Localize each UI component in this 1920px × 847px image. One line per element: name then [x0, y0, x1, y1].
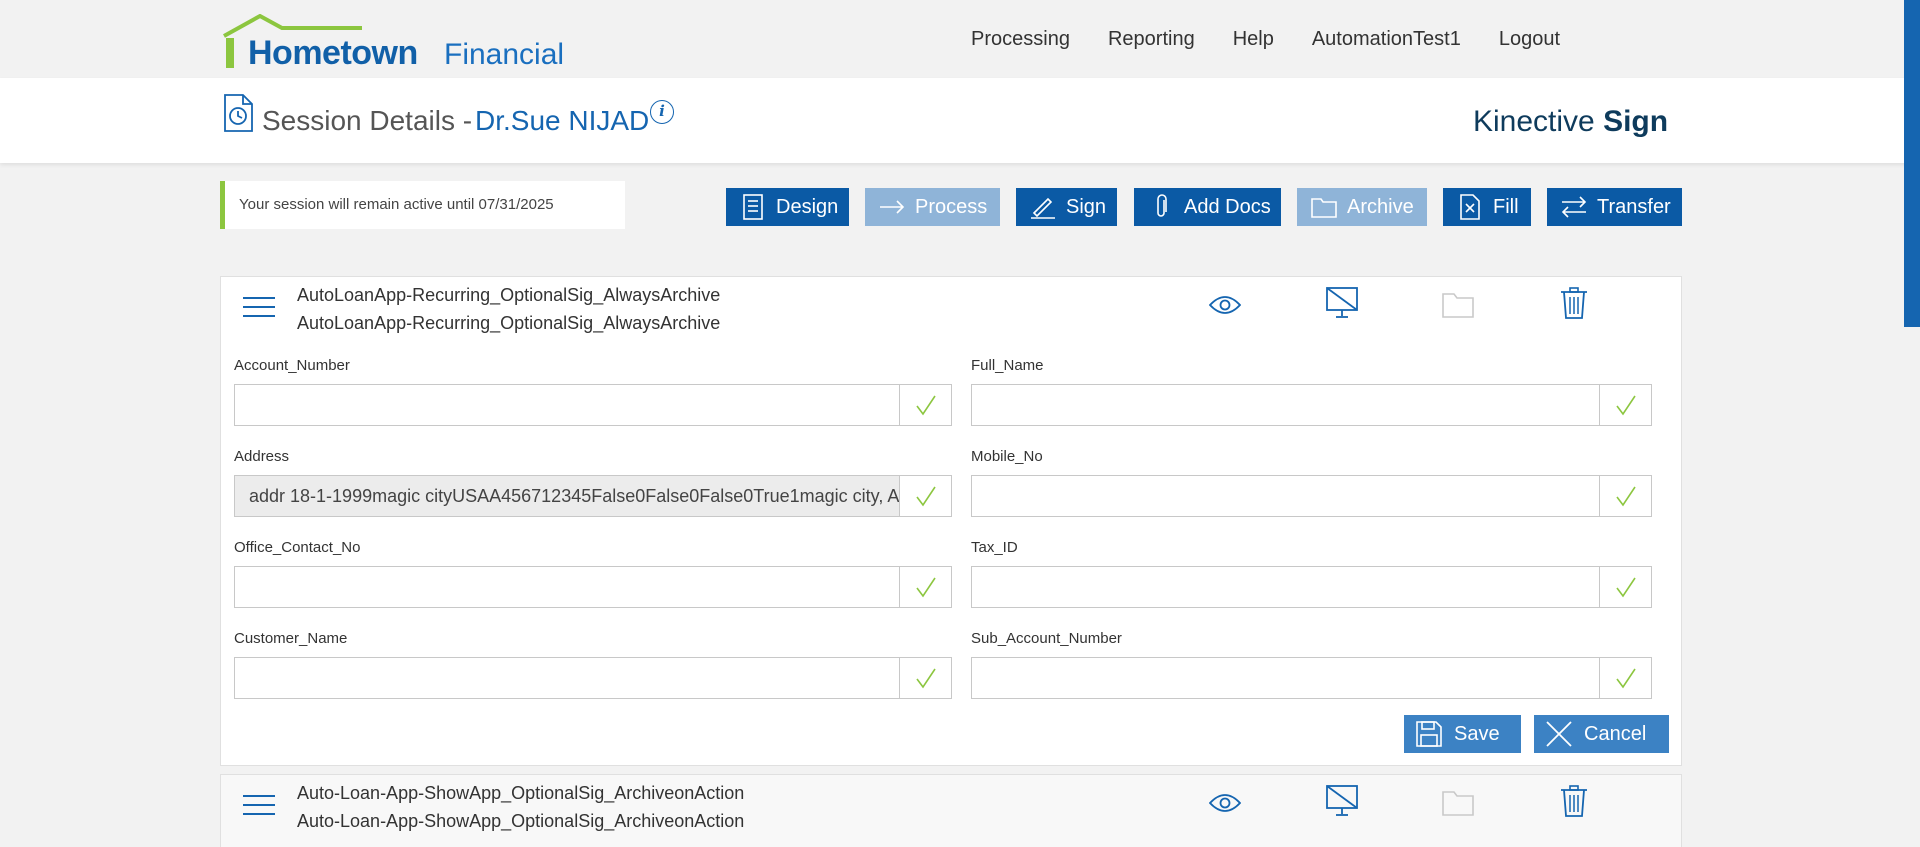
- trash-icon[interactable]: [1557, 287, 1591, 319]
- address-input[interactable]: [235, 476, 951, 516]
- sub-account-number-input[interactable]: [972, 658, 1651, 698]
- checkmark-icon[interactable]: [899, 476, 951, 516]
- design-button[interactable]: Design: [726, 188, 849, 226]
- full-name-input[interactable]: [972, 385, 1651, 425]
- folder-icon: [1311, 194, 1337, 220]
- tax-id-label: Tax_ID: [971, 539, 1018, 556]
- paperclip-icon: [1148, 194, 1174, 220]
- brand-bold-text: Sign: [1603, 105, 1669, 138]
- cancel-button-label: Cancel: [1584, 722, 1647, 745]
- session-expiry-notice: Your session will remain active until 07…: [220, 181, 625, 229]
- process-button[interactable]: Process: [865, 188, 1000, 226]
- close-icon: [1546, 721, 1572, 747]
- office-contact-no-input[interactable]: [235, 567, 951, 607]
- fill-button[interactable]: Fill: [1443, 188, 1531, 226]
- document-card: Auto-Loan-App-ShowApp_OptionalSig_Archiv…: [220, 774, 1682, 847]
- mobile-no-label: Mobile_No: [971, 448, 1043, 465]
- session-customer-name: Dr.Sue NIJAD: [475, 105, 650, 136]
- mobile-no-input[interactable]: [972, 476, 1651, 516]
- archive-button[interactable]: Archive: [1297, 188, 1427, 226]
- add-docs-button-label: Add Docs: [1184, 196, 1271, 218]
- customer-name-field: [234, 657, 952, 699]
- checkmark-icon[interactable]: [1599, 476, 1651, 516]
- checkmark-icon[interactable]: [1599, 658, 1651, 698]
- office-contact-no-label: Office_Contact_No: [234, 539, 361, 556]
- fill-document-icon: [1457, 194, 1483, 220]
- process-button-label: Process: [915, 196, 988, 218]
- scrollbar-thumb[interactable]: [1904, 0, 1920, 327]
- account-number-label: Account_Number: [234, 357, 350, 374]
- trash-icon[interactable]: [1557, 785, 1591, 817]
- sub-account-number-field: [971, 657, 1652, 699]
- top-nav-bar: Hometown Financial Processing Reporting …: [0, 0, 1920, 78]
- hometown-financial-logo[interactable]: Hometown Financial: [222, 14, 565, 72]
- archive-button-label: Archive: [1347, 196, 1414, 218]
- page-title: Session Details -: [262, 105, 473, 136]
- document-title: AutoLoanApp-Recurring_OptionalSig_Always…: [297, 285, 721, 305]
- tax-id-field: [971, 566, 1652, 608]
- pen-sign-icon: [1030, 194, 1056, 220]
- info-icon[interactable]: i: [650, 100, 674, 124]
- checkmark-icon[interactable]: [899, 385, 951, 425]
- session-history-icon: [224, 94, 253, 132]
- document-subtitle: AutoLoanApp-Recurring_OptionalSig_Always…: [297, 313, 721, 333]
- monitor-disabled-icon[interactable]: [1325, 785, 1359, 817]
- save-button[interactable]: Save: [1404, 715, 1521, 753]
- account-number-input[interactable]: [235, 385, 951, 425]
- nav-processing[interactable]: Processing: [971, 28, 1070, 51]
- save-button-label: Save: [1454, 722, 1500, 745]
- address-field: [234, 475, 952, 517]
- eye-preview-icon[interactable]: [1208, 787, 1242, 819]
- customer-name-label: Customer_Name: [234, 630, 348, 647]
- office-contact-no-field: [234, 566, 952, 608]
- arrow-right-icon: [879, 194, 905, 220]
- design-list-icon: [740, 194, 766, 220]
- checkmark-icon[interactable]: [1599, 385, 1651, 425]
- checkmark-icon[interactable]: [899, 658, 951, 698]
- tax-id-input[interactable]: [972, 567, 1651, 607]
- checkmark-icon[interactable]: [899, 567, 951, 607]
- cancel-button[interactable]: Cancel: [1534, 715, 1669, 753]
- logo-word-hometown: Hometown: [248, 34, 418, 72]
- nav-reporting[interactable]: Reporting: [1108, 28, 1195, 51]
- design-button-label: Design: [776, 196, 839, 218]
- folder-icon[interactable]: [1441, 787, 1475, 819]
- full-name-label: Full_Name: [971, 357, 1044, 374]
- folder-icon[interactable]: [1441, 289, 1475, 321]
- document-title: Auto-Loan-App-ShowApp_OptionalSig_Archiv…: [297, 783, 745, 803]
- nav-help[interactable]: Help: [1233, 28, 1274, 51]
- eye-preview-icon[interactable]: [1208, 289, 1242, 321]
- hamburger-menu-icon[interactable]: [243, 297, 275, 319]
- kinective-sign-brand: Kinective Sign: [1473, 105, 1668, 139]
- document-subtitle: Auto-Loan-App-ShowApp_OptionalSig_Archiv…: [297, 811, 745, 831]
- add-docs-button[interactable]: Add Docs: [1134, 188, 1281, 226]
- brand-light-text: Kinective: [1473, 105, 1595, 138]
- transfer-arrows-icon: [1561, 194, 1587, 220]
- mobile-no-field: [971, 475, 1652, 517]
- customer-name-input[interactable]: [235, 658, 951, 698]
- floppy-save-icon: [1416, 721, 1442, 747]
- logo-word-financial: Financial: [444, 38, 565, 71]
- full-name-field: [971, 384, 1652, 426]
- main-nav: Processing Reporting Help AutomationTest…: [971, 28, 1560, 51]
- nav-logout[interactable]: Logout: [1499, 28, 1560, 51]
- checkmark-icon[interactable]: [1599, 567, 1651, 607]
- sub-account-number-label: Sub_Account_Number: [971, 630, 1122, 647]
- monitor-disabled-icon[interactable]: [1325, 287, 1359, 319]
- account-number-field: [234, 384, 952, 426]
- transfer-button[interactable]: Transfer: [1547, 188, 1682, 226]
- nav-user-account[interactable]: AutomationTest1: [1312, 28, 1461, 51]
- session-header: Session Details - Dr.Sue NIJAD i Kinecti…: [0, 78, 1920, 163]
- hamburger-menu-icon[interactable]: [243, 795, 275, 817]
- sign-button[interactable]: Sign: [1016, 188, 1117, 226]
- sign-button-label: Sign: [1066, 196, 1107, 218]
- address-label: Address: [234, 448, 290, 465]
- fill-button-label: Fill: [1493, 196, 1519, 218]
- transfer-button-label: Transfer: [1597, 196, 1671, 218]
- document-card: AutoLoanApp-Recurring_OptionalSig_Always…: [220, 276, 1682, 766]
